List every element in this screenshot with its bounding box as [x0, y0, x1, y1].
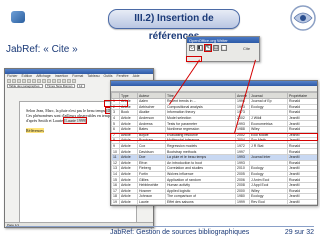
menu-item[interactable]: Outils	[104, 74, 113, 78]
paragraph-style-select[interactable]: Table des paragraphes	[7, 84, 43, 88]
table-cell: 20	[111, 204, 120, 205]
menu-item[interactable]: Aide	[133, 74, 140, 78]
toolbar-button[interactable]	[7, 78, 11, 83]
table-cell: 2002	[235, 204, 250, 205]
toolbar-button[interactable]	[52, 78, 56, 83]
cite-label: Cite	[243, 46, 251, 51]
table-row[interactable]: 20ArticleManlyResource selection2002Kluw…	[111, 204, 317, 205]
menu-item[interactable]: Fenêtre	[117, 74, 129, 78]
export-icon[interactable]: ⬚	[221, 45, 227, 51]
toolbar-button[interactable]	[67, 78, 71, 83]
toolbar-button[interactable]	[37, 78, 41, 83]
merge-icon[interactable]: ◧	[197, 45, 203, 51]
toolbar-button[interactable]	[72, 78, 76, 83]
menu-item[interactable]: Insertion	[55, 74, 68, 78]
toolbar-button[interactable]	[12, 78, 16, 83]
footer-text: JabRef: Gestion de sources bibliographiq…	[110, 229, 250, 236]
highlight-box	[110, 133, 318, 141]
slide-subtitle: JabRef: « Cite »	[6, 44, 78, 55]
footer-rule	[6, 226, 314, 227]
cite-icon[interactable]: ✎	[204, 44, 212, 52]
menu-item[interactable]: Fichier	[7, 74, 18, 78]
toolbar-button[interactable]	[32, 78, 36, 83]
entry-table-body: 1 Article Aalen Recent trends in ... 1996 Jou…	[111, 98, 317, 205]
menu-item[interactable]: Tableau	[87, 74, 99, 78]
table-cell: Manly	[137, 204, 166, 205]
list-icon[interactable]: ▤	[213, 45, 219, 51]
jabref-database-window: Type Auteur Titre Année Journal Propriét…	[110, 80, 318, 206]
toolbar-button[interactable]	[42, 78, 46, 83]
toolbar-button[interactable]	[17, 78, 21, 83]
menu-item[interactable]: Édition	[22, 74, 33, 78]
toolbar-button[interactable]	[27, 78, 31, 83]
slide-title: III.2) Insertion de références	[108, 9, 240, 42]
table-cell: Resource selection	[165, 204, 236, 205]
decorative-corner-icon	[290, 5, 316, 31]
table-cell: Kluwer	[249, 204, 288, 205]
toolbar-button[interactable]	[22, 78, 26, 83]
menu-item[interactable]: Affichage	[36, 74, 51, 78]
toolbar-button[interactable]	[62, 78, 66, 83]
toolbar-button[interactable]	[57, 78, 61, 83]
font-size-select[interactable]: 12	[77, 84, 85, 88]
table-cell: Ronald	[287, 204, 317, 205]
font-name-select[interactable]: Times New Roman	[45, 84, 75, 88]
page-number: 29 sur 32	[284, 229, 314, 236]
highlight-box	[104, 100, 128, 107]
toolbar-window-title: OpenOffice.org Writer	[189, 37, 228, 43]
university-logo	[3, 2, 33, 32]
logo-emblem-icon	[11, 11, 25, 23]
references-heading: Références	[26, 128, 44, 133]
citation-marker[interactable]: [Laurie 1999]	[63, 117, 88, 124]
table-cell: Article	[119, 204, 138, 205]
menu-item[interactable]: Format	[72, 74, 83, 78]
slide: III.2) Insertion de références JabRef: «…	[0, 0, 320, 240]
entry-table: Type Auteur Titre Année Journal Propriét…	[111, 92, 317, 205]
refresh-icon[interactable]: ↻	[189, 45, 195, 51]
toolbar-button[interactable]	[47, 78, 51, 83]
